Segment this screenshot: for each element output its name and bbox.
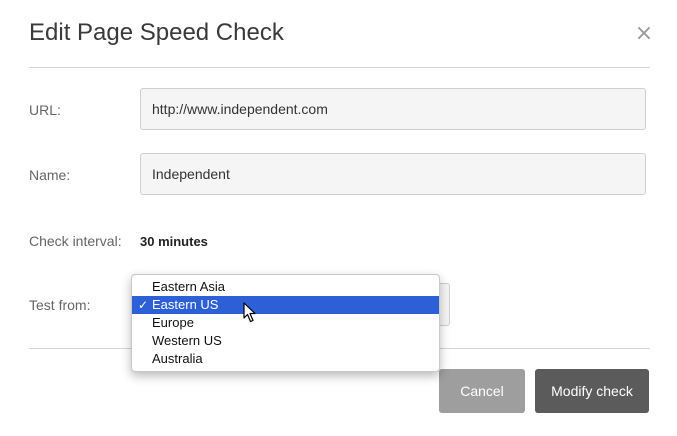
cancel-button[interactable]: Cancel — [439, 369, 525, 413]
checkmark-icon: ✓ — [138, 298, 149, 312]
dialog-title: Edit Page Speed Check — [29, 19, 284, 46]
option-australia[interactable]: Australia — [132, 350, 439, 368]
modify-check-button[interactable]: Modify check — [535, 369, 649, 413]
test-from-label: Test from: — [29, 297, 91, 313]
option-label: Western US — [152, 333, 222, 348]
option-label: Eastern US — [152, 297, 219, 312]
edit-check-dialog: Edit Page Speed Check × URL: http://www.… — [0, 0, 677, 436]
header-divider — [29, 67, 650, 68]
mouse-pointer-icon — [243, 302, 256, 323]
option-label: Eastern Asia — [152, 279, 225, 294]
close-icon[interactable]: × — [633, 22, 655, 46]
check-interval-value[interactable]: 30 minutes — [140, 233, 208, 251]
url-label: URL: — [29, 102, 61, 118]
option-eastern-asia[interactable]: Eastern Asia — [132, 278, 439, 296]
option-eastern-us[interactable]: ✓ Eastern US — [132, 296, 439, 314]
name-label: Name: — [29, 167, 71, 183]
test-from-dropdown: Eastern Asia ✓ Eastern US Europe Western… — [131, 274, 440, 372]
check-interval-label: Check interval: — [29, 233, 122, 249]
url-input[interactable]: http://www.independent.com — [140, 88, 646, 130]
name-input[interactable]: Independent — [140, 153, 646, 195]
option-label: Australia — [152, 351, 203, 366]
option-western-us[interactable]: Western US — [132, 332, 439, 350]
option-europe[interactable]: Europe — [132, 314, 439, 332]
option-label: Europe — [152, 315, 194, 330]
